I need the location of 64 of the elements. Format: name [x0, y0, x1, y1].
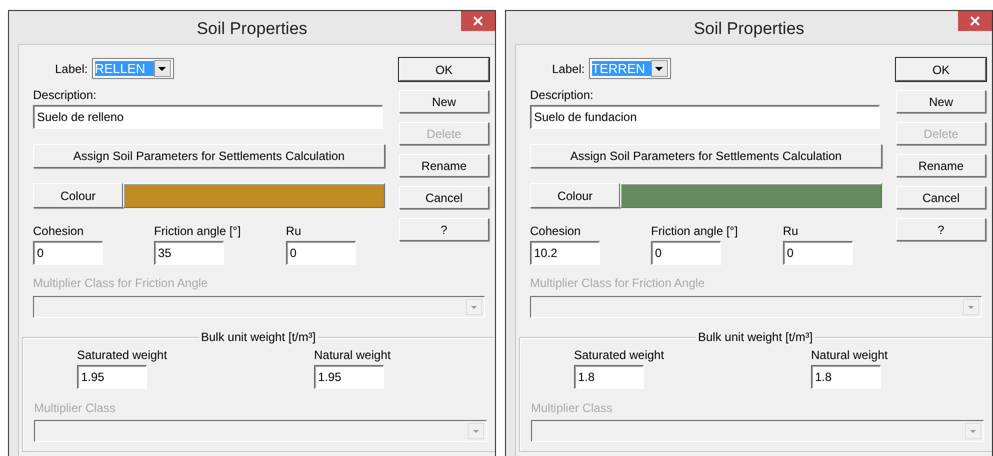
multiplier-dropdown[interactable] [34, 420, 487, 442]
group-legend: Bulk unit weight [t/m³] [199, 330, 318, 344]
number-field[interactable]: 10.2 [530, 241, 600, 265]
assign-parameters-button[interactable]: Assign Soil Parameters for Settlements Calculation [530, 144, 882, 168]
field-label: Friction angle [°] [154, 224, 241, 238]
close-icon [970, 16, 980, 26]
field-label: Cohesion [530, 224, 581, 238]
field-label: Multiplier Class for Friction Angle [33, 276, 209, 290]
field-label: Multiplier Class for Friction Angle [530, 276, 706, 290]
number-field[interactable]: 1.8 [574, 365, 644, 389]
dialog-button[interactable]: New [399, 90, 489, 113]
close-icon [473, 16, 483, 26]
number-field[interactable]: 0 [33, 241, 103, 265]
close-button[interactable] [461, 11, 495, 31]
number-field[interactable]: 0 [782, 241, 853, 265]
number-field[interactable]: 1.95 [314, 365, 384, 389]
window-title: Soil Properties [694, 19, 804, 39]
multiplier-dropdown[interactable] [530, 296, 982, 318]
field-label: Saturated weight [77, 348, 168, 362]
dialog-button[interactable]: Cancel [399, 186, 489, 209]
number-field[interactable]: 1.8 [811, 365, 881, 389]
field-label: Multiplier Class [531, 401, 614, 415]
dialog-button[interactable]: OK [399, 58, 489, 81]
caret-icon [963, 299, 979, 315]
number-field[interactable]: 35 [154, 241, 224, 265]
caret-icon [158, 66, 166, 70]
number-field[interactable]: 0 [650, 241, 721, 265]
field-label: Label: [552, 62, 585, 76]
field-label: Multiplier Class [34, 401, 116, 415]
caret-icon [655, 66, 664, 70]
field-label: Description: [530, 88, 594, 102]
caret-icon [466, 299, 482, 315]
number-field[interactable]: 0 [286, 241, 356, 265]
multiplier-dropdown[interactable] [531, 420, 984, 442]
description-field[interactable]: Suelo de relleno [33, 105, 383, 129]
field-label: Ru [286, 224, 302, 238]
description-field[interactable]: Suelo de fundacion [530, 105, 880, 129]
colour-button[interactable]: Colour [530, 183, 620, 208]
colour-swatch[interactable] [123, 183, 385, 208]
dialog-button[interactable]: OK [896, 58, 986, 81]
dialog-button[interactable]: ? [399, 218, 489, 241]
field-label: Saturated weight [574, 348, 664, 362]
multiplier-dropdown[interactable] [33, 296, 485, 318]
caret-icon [468, 423, 484, 439]
field-label: Natural weight [314, 348, 391, 362]
field-label: Natural weight [811, 348, 888, 362]
field-label: Ru [782, 224, 798, 238]
dialog-button[interactable]: Rename [399, 154, 489, 177]
field-label: Description: [33, 88, 98, 102]
colour-swatch[interactable] [620, 183, 882, 208]
field-label: Label: [55, 62, 88, 76]
colour-button[interactable]: Colour [33, 183, 123, 208]
field-label: Cohesion [33, 224, 84, 238]
window-title: Soil Properties [196, 19, 308, 39]
dialog-button[interactable]: New [896, 90, 986, 113]
group-legend: Bulk unit weight [t/m³] [696, 330, 815, 344]
dialog-button[interactable]: ? [896, 218, 986, 241]
dialog-button[interactable]: Cancel [896, 186, 986, 209]
field-label: Friction angle [°] [650, 224, 738, 238]
caret-icon [965, 423, 981, 439]
assign-parameters-button[interactable]: Assign Soil Parameters for Settlements Calculation [33, 144, 385, 168]
number-field[interactable]: 1.95 [77, 365, 147, 389]
dialog-button[interactable]: Rename [896, 154, 986, 177]
close-button[interactable] [958, 11, 992, 31]
